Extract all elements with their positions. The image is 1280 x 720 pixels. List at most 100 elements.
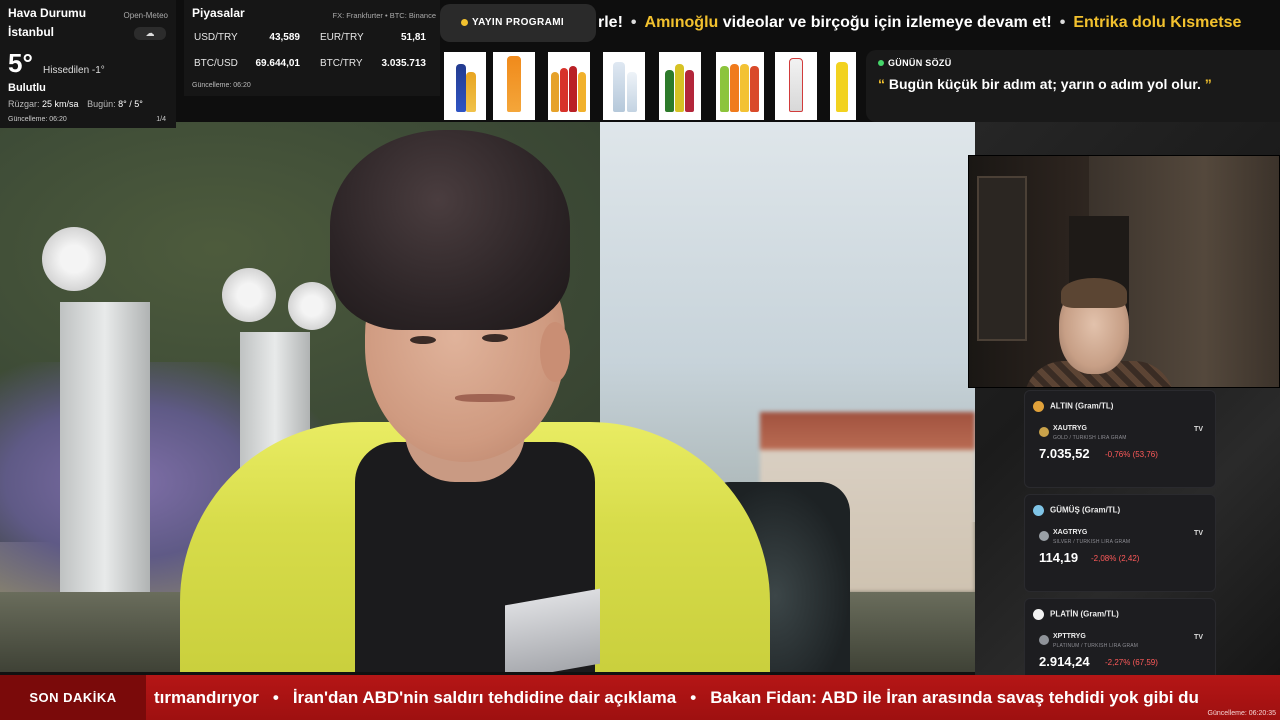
close-quote-mark: ”	[1204, 76, 1212, 92]
ear	[540, 322, 570, 382]
medal-icon	[1033, 401, 1044, 412]
today-label: Bugün:	[87, 99, 116, 109]
card-symbol: XPTTRYG	[1053, 633, 1086, 640]
schedule-dot-icon	[461, 19, 468, 26]
today-value: 8° / 5°	[118, 99, 143, 109]
eye	[410, 336, 436, 344]
breaking-news-ticker: tırmandırıyor • İran'dan ABD'nin saldırı t…	[154, 675, 1280, 720]
market-rate-key: BTC/USD	[194, 58, 238, 69]
news-separator: •	[272, 688, 279, 707]
product-image	[444, 52, 486, 120]
card-subtitle: GOLD / TURKISH LIRA GRAM	[1053, 435, 1127, 441]
schedule-button-label: YAYIN PROGRAMI	[472, 17, 565, 28]
bottle	[466, 72, 476, 112]
breaking-news-updated: Güncelleme: 06:20:35	[1207, 710, 1277, 717]
webcam-person-hair	[1061, 278, 1127, 308]
weather-condition: Bulutlu	[8, 82, 46, 94]
market-rate: EUR/TRY 51,81	[314, 28, 430, 48]
news-item: Bakan Fidan: ABD ile İran arasında savaş…	[710, 688, 1199, 707]
market-rate-value: 51,81	[400, 32, 426, 43]
card-title-text: ALTIN (Gram/TL)	[1050, 401, 1114, 411]
sponsor-products-strip	[444, 52, 858, 122]
card-subtitle: SILVER / TURKISH LIRA GRAM	[1053, 539, 1131, 545]
bottle	[789, 58, 803, 112]
medal-icon	[1033, 505, 1044, 516]
weather-updated: Güncelleme: 06:20	[8, 116, 67, 123]
quote-text: “ Bugün küçük bir adım at; yarın o adım …	[878, 76, 1268, 92]
silver-badge-icon	[1039, 531, 1049, 541]
product-image	[775, 52, 817, 120]
mouth	[455, 394, 515, 402]
market-rate-value: 43,589	[269, 32, 300, 43]
quote-heading: GÜNÜN SÖZÜ	[878, 58, 1268, 68]
ticker-text: rle!	[598, 14, 623, 31]
card-subtitle: PLATINUM / TURKISH LIRA GRAM	[1053, 643, 1139, 649]
wind-label: Rüzgar:	[8, 99, 40, 109]
weather-page-indicator: 1/4	[156, 116, 166, 123]
open-quote-mark: “	[878, 76, 885, 92]
news-item: tırmandırıyor	[154, 688, 259, 707]
market-rate-value: 3.035.713	[381, 58, 427, 69]
markets-source: FX: Frankfurter • BTC: Binance	[332, 11, 437, 20]
commodity-card-gold[interactable]: ALTIN (Gram/TL) XAUTRYG GOLD / TURKISH L…	[1024, 390, 1216, 488]
product-image	[830, 52, 856, 120]
cloud-icon: ☁	[134, 27, 166, 40]
schedule-button[interactable]: YAYIN PROGRAMI	[440, 4, 596, 42]
ticker-separator: •	[1059, 14, 1066, 31]
quote-heading-text: GÜNÜN SÖZÜ	[888, 58, 952, 68]
product-image	[493, 52, 535, 120]
tradingview-logo-icon: TV	[1194, 530, 1203, 537]
card-title-text: GÜMÜŞ (Gram/TL)	[1050, 505, 1121, 515]
top-ticker: rle! • Amınoğlu videolar ve birçoğu için i…	[598, 8, 1280, 38]
market-rate: BTC/USD 69.644,01	[188, 54, 304, 74]
markets-widget: Piyasalar FX: Frankfurter • BTC: Binance…	[184, 0, 440, 96]
product-image	[603, 52, 645, 120]
weather-details: Rüzgar: 25 km/sa Bugün: 8° / 5°	[8, 99, 149, 109]
bottle	[836, 62, 848, 112]
commodity-card-silver[interactable]: GÜMÜŞ (Gram/TL) XAGTRYG SILVER / TURKISH…	[1024, 494, 1216, 592]
ticker-highlight: Entrika dolu Kısmetse	[1073, 14, 1242, 31]
product-image	[716, 52, 764, 120]
weather-feels-like: Hissedilen -1°	[43, 65, 105, 76]
market-rate-key: USD/TRY	[194, 32, 238, 43]
quote-body: Bugün küçük bir adım at; yarın o adım yo…	[888, 76, 1201, 92]
markets-updated: Güncelleme: 06:20	[192, 82, 251, 89]
video-person	[170, 122, 770, 672]
card-symbol: XAUTRYG	[1053, 425, 1087, 432]
tradingview-logo-icon: TV	[1194, 634, 1203, 641]
card-change: -2,27% (67,59)	[1105, 658, 1158, 667]
gold-badge-icon	[1039, 427, 1049, 437]
breaking-news-label: SON DAKİKA	[0, 675, 146, 720]
card-price: 2.914,24	[1039, 654, 1090, 669]
weather-widget: Hava Durumu Open-Meteo İstanbul ☁ 5° His…	[0, 0, 176, 128]
background-lamp	[42, 227, 106, 291]
card-change: -2,08% (2,42)	[1091, 554, 1140, 563]
webcam-door	[977, 176, 1027, 341]
bottle	[613, 62, 625, 112]
bottle	[551, 72, 559, 112]
bottle	[578, 72, 586, 112]
bottle	[456, 64, 466, 112]
market-rate-value: 69.644,01	[255, 58, 301, 69]
bottle	[560, 68, 568, 112]
bottle	[665, 70, 674, 112]
breaking-news-bar: SON DAKİKA tırmandırıyor • İran'dan ABD'ni…	[0, 675, 1280, 720]
bottle	[685, 70, 694, 112]
market-rate: BTC/TRY 3.035.713	[314, 54, 430, 74]
bottle	[569, 66, 577, 112]
video-player[interactable]	[0, 122, 975, 672]
product-image	[548, 52, 590, 120]
weather-temperature: 5°	[8, 48, 33, 78]
news-item: İran'dan ABD'nin saldırı tehdidine dair …	[292, 688, 677, 707]
market-rate: USD/TRY 43,589	[188, 28, 304, 48]
circle-icon	[1033, 609, 1044, 620]
card-change: -0,76% (53,76)	[1105, 450, 1158, 459]
bottle	[750, 66, 759, 112]
card-title: GÜMÜŞ (Gram/TL)	[1033, 505, 1120, 516]
news-separator: •	[690, 688, 697, 707]
card-price: 114,19	[1039, 550, 1079, 565]
card-price: 7.035,52	[1039, 446, 1090, 461]
quote-of-the-day: GÜNÜN SÖZÜ “ Bugün küçük bir adım at; ya…	[866, 50, 1280, 122]
weather-source: Open-Meteo	[123, 11, 168, 20]
background-column	[60, 302, 150, 602]
